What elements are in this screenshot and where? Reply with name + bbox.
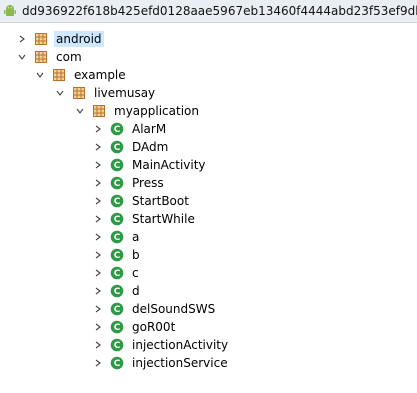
tree-node-label: MainActivity bbox=[132, 158, 206, 172]
svg-text:C: C bbox=[114, 359, 121, 369]
tree-node-class[interactable]: C injectionActivity bbox=[0, 336, 417, 354]
tree-node-label: StartWhile bbox=[132, 212, 195, 226]
package-icon bbox=[52, 68, 66, 82]
tree-node-example[interactable]: example bbox=[0, 66, 417, 84]
tree-node-class[interactable]: C delSoundSWS bbox=[0, 300, 417, 318]
package-icon bbox=[34, 32, 48, 46]
chevron-right-icon[interactable] bbox=[92, 339, 104, 351]
tree-node-class[interactable]: C AlarM bbox=[0, 120, 417, 138]
chevron-right-icon[interactable] bbox=[92, 357, 104, 369]
window-title: dd936922f618b425efd0128aae5967eb13460f44… bbox=[22, 4, 417, 18]
tree-node-label: injectionService bbox=[132, 356, 228, 370]
class-icon: C bbox=[110, 194, 124, 208]
svg-text:C: C bbox=[114, 323, 121, 333]
chevron-right-icon[interactable] bbox=[92, 177, 104, 189]
android-icon bbox=[3, 4, 17, 18]
tree-node-class[interactable]: C b bbox=[0, 246, 417, 264]
chevron-right-icon[interactable] bbox=[92, 159, 104, 171]
package-tree: android com example livemusay myapplicat… bbox=[0, 30, 417, 372]
class-icon: C bbox=[110, 248, 124, 262]
chevron-right-icon[interactable] bbox=[92, 303, 104, 315]
package-icon bbox=[34, 50, 48, 64]
class-icon: C bbox=[110, 266, 124, 280]
svg-text:C: C bbox=[114, 143, 121, 153]
chevron-right-icon[interactable] bbox=[92, 213, 104, 225]
chevron-right-icon[interactable] bbox=[92, 249, 104, 261]
chevron-down-icon[interactable] bbox=[16, 51, 28, 63]
chevron-right-icon[interactable] bbox=[92, 321, 104, 333]
tree-node-class[interactable]: C StartBoot bbox=[0, 192, 417, 210]
tree-node-android[interactable]: android bbox=[0, 30, 417, 48]
svg-text:C: C bbox=[114, 233, 121, 243]
tree-node-label: myapplication bbox=[114, 104, 199, 118]
tree-node-livemusay[interactable]: livemusay bbox=[0, 84, 417, 102]
tree-node-label: goR00t bbox=[132, 320, 176, 334]
class-icon: C bbox=[110, 140, 124, 154]
tree-node-class[interactable]: C d bbox=[0, 282, 417, 300]
class-icon: C bbox=[110, 284, 124, 298]
tree-node-label: android bbox=[54, 31, 104, 47]
chevron-right-icon[interactable] bbox=[16, 33, 28, 45]
tree-node-class[interactable]: C Press bbox=[0, 174, 417, 192]
class-icon: C bbox=[110, 176, 124, 190]
tree-node-class[interactable]: C c bbox=[0, 264, 417, 282]
chevron-right-icon[interactable] bbox=[92, 123, 104, 135]
class-icon: C bbox=[110, 320, 124, 334]
class-icon: C bbox=[110, 356, 124, 370]
tree-node-label: b bbox=[132, 248, 140, 262]
tree-node-label: delSoundSWS bbox=[132, 302, 216, 316]
tree-node-label: livemusay bbox=[94, 86, 156, 100]
tree-node-class[interactable]: C injectionService bbox=[0, 354, 417, 372]
package-icon bbox=[92, 104, 106, 118]
tree-node-label: com bbox=[56, 50, 82, 64]
svg-text:C: C bbox=[114, 125, 121, 135]
package-icon bbox=[72, 86, 86, 100]
svg-text:C: C bbox=[114, 251, 121, 261]
tree-node-label: Press bbox=[132, 176, 164, 190]
svg-text:C: C bbox=[114, 215, 121, 225]
tree-node-class[interactable]: C goR00t bbox=[0, 318, 417, 336]
chevron-right-icon[interactable] bbox=[92, 195, 104, 207]
svg-text:C: C bbox=[114, 269, 121, 279]
chevron-right-icon[interactable] bbox=[92, 141, 104, 153]
tree-node-label: a bbox=[132, 230, 140, 244]
tree-node-label: d bbox=[132, 284, 140, 298]
chevron-right-icon[interactable] bbox=[92, 285, 104, 297]
svg-text:C: C bbox=[114, 197, 121, 207]
chevron-down-icon[interactable] bbox=[54, 87, 66, 99]
chevron-down-icon[interactable] bbox=[74, 105, 86, 117]
chevron-right-icon[interactable] bbox=[92, 231, 104, 243]
tree-node-com[interactable]: com bbox=[0, 48, 417, 66]
tree-node-label: injectionActivity bbox=[132, 338, 229, 352]
class-icon: C bbox=[110, 158, 124, 172]
tree-node-class[interactable]: C DAdm bbox=[0, 138, 417, 156]
class-icon: C bbox=[110, 338, 124, 352]
tree-node-label: example bbox=[74, 68, 126, 82]
class-icon: C bbox=[110, 122, 124, 136]
svg-text:C: C bbox=[114, 179, 121, 189]
chevron-right-icon[interactable] bbox=[92, 267, 104, 279]
tree-node-label: AlarM bbox=[132, 122, 167, 136]
svg-text:C: C bbox=[114, 287, 121, 297]
tree-node-class[interactable]: C MainActivity bbox=[0, 156, 417, 174]
tree-node-label: c bbox=[132, 266, 139, 280]
class-icon: C bbox=[110, 230, 124, 244]
tree-node-myapplication[interactable]: myapplication bbox=[0, 102, 417, 120]
svg-text:C: C bbox=[114, 161, 121, 171]
window-titlebar: dd936922f618b425efd0128aae5967eb13460f44… bbox=[0, 0, 417, 23]
tree-node-class[interactable]: C StartWhile bbox=[0, 210, 417, 228]
tree-node-label: DAdm bbox=[132, 140, 169, 154]
svg-text:C: C bbox=[114, 305, 121, 315]
class-icon: C bbox=[110, 302, 124, 316]
tree-node-class[interactable]: C a bbox=[0, 228, 417, 246]
svg-text:C: C bbox=[114, 341, 121, 351]
chevron-down-icon[interactable] bbox=[34, 69, 46, 81]
tree-node-label: StartBoot bbox=[132, 194, 189, 208]
class-icon: C bbox=[110, 212, 124, 226]
